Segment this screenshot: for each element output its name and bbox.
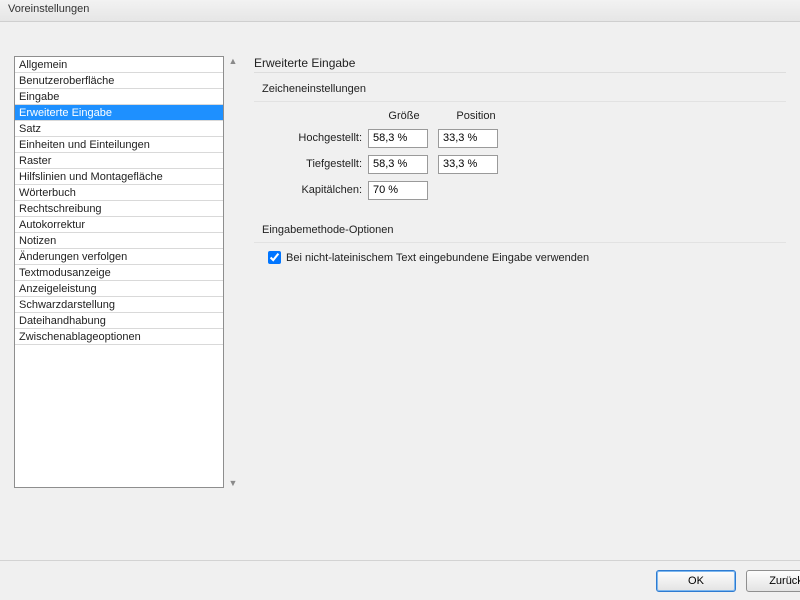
sidebar-item-15[interactable]: Schwarzdarstellung [15, 297, 223, 313]
window-title: Voreinstellungen [8, 3, 89, 15]
sidebar-item-17[interactable]: Zwischenablageoptionen [15, 329, 223, 345]
col-size-header: Größe [368, 110, 440, 122]
sidebar-item-8[interactable]: Wörterbuch [15, 185, 223, 201]
superscript-size-input[interactable] [368, 129, 428, 148]
sidebar-scroll-down[interactable]: ▼ [228, 478, 238, 488]
column-headers: Größe Position [368, 110, 786, 122]
subscript-position-input[interactable] [438, 155, 498, 174]
character-settings-title: Zeicheneinstellungen [254, 83, 786, 95]
inline-input-checkbox[interactable] [268, 251, 281, 264]
subscript-size-input[interactable] [368, 155, 428, 174]
sidebar-item-9[interactable]: Rechtschreibung [15, 201, 223, 217]
row-smallcaps: Kapitälchen: [268, 178, 786, 202]
inline-input-checkbox-row[interactable]: Bei nicht-lateinischem Text eingebundene… [268, 251, 786, 264]
sidebar-item-12[interactable]: Änderungen verfolgen [15, 249, 223, 265]
superscript-position-input[interactable] [438, 129, 498, 148]
sidebar-item-6[interactable]: Raster [15, 153, 223, 169]
row-superscript: Hochgestellt: [268, 126, 786, 150]
smallcaps-label: Kapitälchen: [268, 184, 368, 196]
dialog-footer: OK Zurück [0, 560, 800, 600]
window-titlebar: Voreinstellungen [0, 0, 800, 22]
sidebar-item-16[interactable]: Dateihandhabung [15, 313, 223, 329]
sidebar-item-0[interactable]: Allgemein [15, 57, 223, 73]
sidebar-item-11[interactable]: Notizen [15, 233, 223, 249]
character-settings-group: Zeicheneinstellungen Größe Position Hoch… [254, 83, 786, 214]
sidebar-item-2[interactable]: Eingabe [15, 89, 223, 105]
sidebar-scroll-up[interactable]: ▲ [228, 56, 238, 66]
ime-options-group: Eingabemethode-Optionen Bei nicht-latein… [254, 224, 786, 274]
subscript-label: Tiefgestellt: [268, 158, 368, 170]
col-position-header: Position [440, 110, 512, 122]
ime-options-title: Eingabemethode-Optionen [254, 224, 786, 236]
sidebar-item-4[interactable]: Satz [15, 121, 223, 137]
category-sidebar: AllgemeinBenutzeroberflächeEingabeErweit… [14, 56, 224, 488]
settings-panel: Erweiterte Eingabe Zeicheneinstellungen … [254, 56, 786, 274]
row-subscript: Tiefgestellt: [268, 152, 786, 176]
sidebar-item-3[interactable]: Erweiterte Eingabe [15, 105, 223, 121]
sidebar-item-13[interactable]: Textmodusanzeige [15, 265, 223, 281]
smallcaps-size-input[interactable] [368, 181, 428, 200]
dialog-content: AllgemeinBenutzeroberflächeEingabeErweit… [0, 22, 800, 560]
panel-title: Erweiterte Eingabe [254, 56, 786, 73]
inline-input-checkbox-label: Bei nicht-lateinischem Text eingebundene… [286, 252, 589, 264]
superscript-label: Hochgestellt: [268, 132, 368, 144]
back-button[interactable]: Zurück [746, 570, 800, 592]
sidebar-item-1[interactable]: Benutzeroberfläche [15, 73, 223, 89]
sidebar-item-5[interactable]: Einheiten und Einteilungen [15, 137, 223, 153]
ok-button[interactable]: OK [656, 570, 736, 592]
sidebar-item-14[interactable]: Anzeigeleistung [15, 281, 223, 297]
sidebar-item-10[interactable]: Autokorrektur [15, 217, 223, 233]
sidebar-item-7[interactable]: Hilfslinien und Montagefläche [15, 169, 223, 185]
